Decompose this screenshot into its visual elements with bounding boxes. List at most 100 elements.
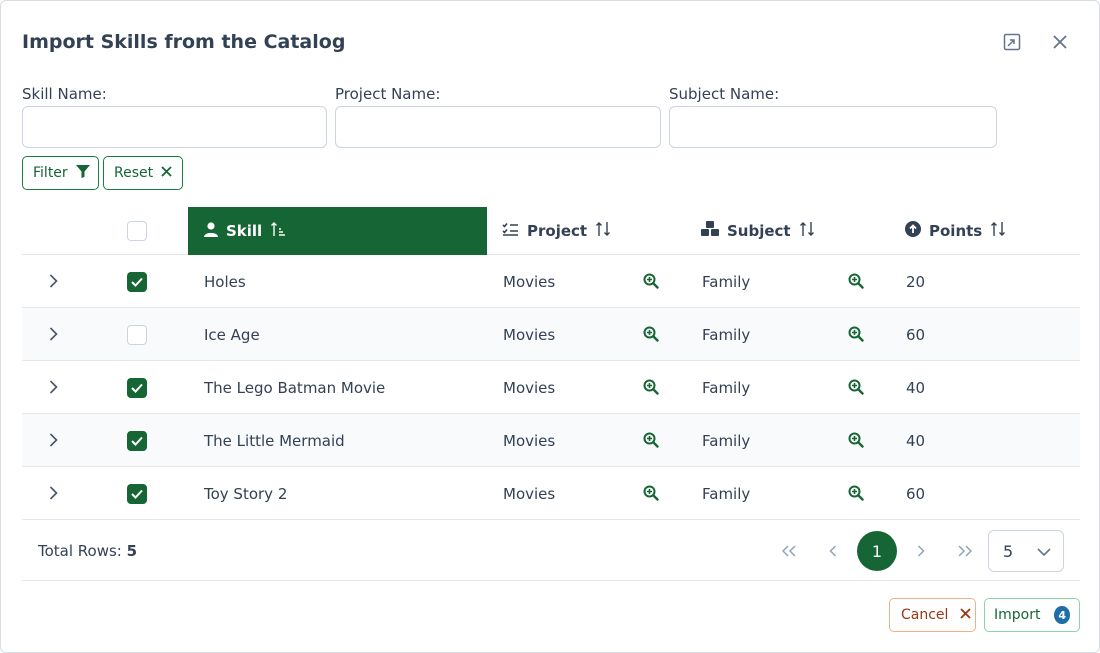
total-rows-value: 5 — [126, 542, 138, 560]
subject-name-cell: Family — [702, 378, 751, 397]
expand-row-chevron-icon[interactable] — [44, 272, 62, 290]
chevron-right-icon — [917, 545, 925, 557]
filter-icon — [75, 164, 90, 182]
sort-icon — [595, 221, 611, 241]
row-select-checkbox[interactable] — [127, 431, 147, 451]
search-plus-icon[interactable] — [643, 432, 659, 448]
project-name-cell: Movies — [503, 378, 556, 397]
row-select-checkbox[interactable] — [127, 272, 147, 292]
points-cell: 40 — [906, 431, 926, 450]
project-name-label: Project Name: — [335, 85, 441, 103]
close-icon — [960, 607, 972, 623]
expand-row-chevron-icon[interactable] — [44, 484, 62, 502]
subject-name-label: Subject Name: — [669, 85, 780, 103]
search-plus-icon[interactable] — [643, 379, 659, 395]
column-header-subject-label: Subject — [727, 222, 791, 240]
page-button-1[interactable]: 1 — [857, 531, 897, 571]
import-count-badge: 4 — [1054, 606, 1070, 624]
expand-row-chevron-icon[interactable] — [44, 325, 62, 343]
import-button[interactable]: Import 4 — [984, 598, 1080, 632]
reset-button-label: Reset — [114, 165, 154, 181]
row-select-checkbox[interactable] — [127, 325, 147, 345]
table-row: The Little Mermaid Movies Family 40 — [22, 414, 1080, 467]
first-page-button[interactable] — [769, 531, 809, 571]
skill-name-cell: The Little Mermaid — [204, 431, 345, 450]
window-maximize-icon[interactable] — [1001, 31, 1023, 53]
rows-per-page-value: 5 — [1003, 541, 1014, 561]
filter-button[interactable]: Filter — [22, 156, 99, 190]
subject-name-cell: Family — [702, 325, 751, 344]
list-check-icon — [502, 222, 519, 240]
close-icon[interactable] — [1049, 31, 1071, 53]
subject-name-cell: Family — [702, 431, 751, 450]
skills-table: Skill Project Subject Points Holes Movie… — [22, 207, 1080, 520]
search-plus-icon[interactable] — [848, 379, 864, 395]
table-row: Toy Story 2 Movies Family 60 — [22, 467, 1080, 520]
expand-row-chevron-icon[interactable] — [44, 431, 62, 449]
skill-name-label: Skill Name: — [22, 85, 107, 103]
double-chevron-right-icon — [958, 545, 972, 557]
table-row: Ice Age Movies Family 60 — [22, 308, 1080, 361]
search-plus-icon[interactable] — [848, 273, 864, 289]
search-plus-icon[interactable] — [848, 485, 864, 501]
filter-button-label: Filter — [33, 165, 68, 181]
search-plus-icon[interactable] — [643, 326, 659, 342]
row-select-checkbox[interactable] — [127, 484, 147, 504]
table-row: Holes Movies Family 20 — [22, 255, 1080, 308]
skill-name-input[interactable] — [22, 106, 327, 148]
column-header-project-label: Project — [527, 222, 588, 240]
import-skills-dialog: Import Skills from the Catalog Skill Nam… — [0, 0, 1100, 653]
rows-per-page-select[interactable]: 5 — [988, 530, 1064, 572]
total-rows: Total Rows: 5 — [38, 542, 137, 560]
row-select-checkbox[interactable] — [127, 378, 147, 398]
project-name-cell: Movies — [503, 272, 556, 291]
skill-name-cell: The Lego Batman Movie — [204, 378, 386, 397]
cubes-icon — [701, 221, 719, 241]
search-plus-icon[interactable] — [643, 485, 659, 501]
table-body: Holes Movies Family 20 Ice Age Movies Family 60… — [22, 255, 1080, 520]
column-header-subject[interactable]: Subject — [701, 207, 815, 255]
skill-name-cell: Toy Story 2 — [204, 484, 288, 503]
table-row: The Lego Batman Movie Movies Family 40 — [22, 361, 1080, 414]
skill-name-cell: Ice Age — [204, 325, 260, 344]
chevron-down-icon — [1037, 544, 1051, 563]
table-header: Skill Project Subject Points — [22, 207, 1080, 255]
sort-ascending-icon — [270, 221, 286, 241]
column-header-skill[interactable]: Skill — [188, 207, 487, 255]
project-name-input[interactable] — [335, 106, 661, 148]
points-cell: 20 — [906, 272, 926, 291]
sort-icon — [799, 221, 815, 241]
expand-row-chevron-icon[interactable] — [44, 378, 62, 396]
double-chevron-left-icon — [782, 545, 796, 557]
column-header-points[interactable]: Points — [905, 207, 1006, 255]
arrow-circle-up-icon — [905, 221, 921, 241]
dialog-title: Import Skills from the Catalog — [22, 31, 346, 53]
subject-name-cell: Family — [702, 484, 751, 503]
search-plus-icon[interactable] — [643, 273, 659, 289]
column-header-points-label: Points — [929, 222, 983, 240]
user-icon — [204, 221, 218, 241]
points-cell: 60 — [906, 325, 926, 344]
select-all-checkbox[interactable] — [127, 221, 147, 241]
import-button-label: Import — [994, 607, 1041, 623]
subject-name-input[interactable] — [669, 106, 997, 148]
subject-name-cell: Family — [702, 272, 751, 291]
column-header-project[interactable]: Project — [502, 207, 611, 255]
previous-page-button[interactable] — [813, 531, 853, 571]
points-cell: 60 — [906, 484, 926, 503]
sort-icon — [990, 221, 1006, 241]
next-page-button[interactable] — [901, 531, 941, 571]
last-page-button[interactable] — [945, 531, 985, 571]
cancel-button-label: Cancel — [901, 607, 949, 623]
reset-button[interactable]: Reset — [103, 156, 183, 190]
skill-name-cell: Holes — [204, 272, 246, 291]
chevron-left-icon — [829, 545, 837, 557]
project-name-cell: Movies — [503, 431, 556, 450]
search-plus-icon[interactable] — [848, 432, 864, 448]
column-header-skill-label: Skill — [226, 222, 263, 240]
project-name-cell: Movies — [503, 484, 556, 503]
points-cell: 40 — [906, 378, 926, 397]
cancel-button[interactable]: Cancel — [889, 598, 976, 632]
project-name-cell: Movies — [503, 325, 556, 344]
search-plus-icon[interactable] — [848, 326, 864, 342]
